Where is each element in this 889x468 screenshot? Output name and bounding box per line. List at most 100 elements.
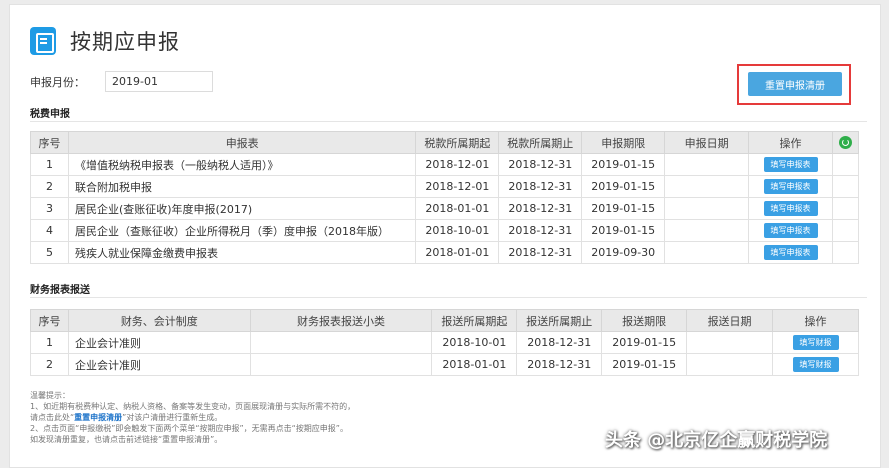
col-action: 操作 xyxy=(748,131,833,154)
fill-report-button[interactable]: 填写财报 xyxy=(792,335,839,350)
row-deadline: 2019-01-15 xyxy=(601,353,688,376)
col-deadline: 报送期限 xyxy=(601,309,688,332)
row-no: 4 xyxy=(30,219,69,242)
finance-table: 序号 财务、会计制度 财务报表报送小类 报送所属期起 报送所属期止 报送期限 报… xyxy=(30,309,859,376)
tips-notes: 温馨提示： 1、如近期有税费种认定、纳税人资格、备案等发生变动，页面展现清册与实… xyxy=(30,390,355,445)
row-date xyxy=(686,331,773,354)
tax-table: 序号 申报表 税款所属期起 税款所属期止 申报期限 申报日期 操作 1 《增值税… xyxy=(30,131,860,264)
row-date xyxy=(664,219,750,242)
tax-section-divider xyxy=(30,121,867,122)
row-start: 2018-01-01 xyxy=(431,353,518,376)
month-label: 申报月份： xyxy=(30,75,85,89)
table-row: 5 残疾人就业保障金缴费申报表 2018-01-01 2018-12-31 20… xyxy=(30,241,860,264)
col-date: 申报日期 xyxy=(664,131,750,154)
row-deadline: 2019-01-15 xyxy=(581,175,666,198)
row-end: 2018-12-31 xyxy=(498,175,583,198)
row-start: 2018-10-01 xyxy=(415,219,500,242)
col-action: 操作 xyxy=(772,309,859,332)
finance-section-title: 财务报表报送 xyxy=(30,285,90,296)
row-system: 企业会计准则 xyxy=(67,331,251,354)
row-no: 1 xyxy=(30,153,69,176)
table-row: 2 联合附加税申报 2018-12-01 2018-12-31 2019-01-… xyxy=(30,175,860,198)
row-end: 2018-12-31 xyxy=(498,153,583,176)
month-input[interactable]: 2019-01 xyxy=(105,71,213,92)
col-start: 报送所属期起 xyxy=(431,309,518,332)
fill-form-button[interactable]: 填写申报表 xyxy=(763,157,818,172)
row-deadline: 2019-01-15 xyxy=(581,197,666,220)
row-action: 填写申报表 xyxy=(748,153,833,176)
row-start: 2018-12-01 xyxy=(415,153,500,176)
row-deadline: 2019-01-15 xyxy=(581,219,666,242)
fill-form-button[interactable]: 填写申报表 xyxy=(763,201,818,216)
row-form: 《增值税纳税申报表（一般纳税人适用）》 xyxy=(67,153,417,176)
fill-form-button[interactable]: 填写申报表 xyxy=(763,179,818,194)
row-no: 2 xyxy=(30,353,69,376)
tips-line-1: 1、如近期有税费种认定、纳税人资格、备案等发生变动，页面展现清册与实际所需不符的… xyxy=(30,402,356,411)
table-row: 4 居民企业（查账征收）企业所得税月（季）度申报（2018年版） 2018-10… xyxy=(30,219,860,242)
row-deadline: 2019-01-15 xyxy=(581,153,666,176)
col-refresh xyxy=(831,131,860,154)
finance-table-header: 序号 财务、会计制度 财务报表报送小类 报送所属期起 报送所属期止 报送期限 报… xyxy=(30,309,859,332)
row-blank xyxy=(831,241,860,264)
row-date xyxy=(664,197,750,220)
col-no: 序号 xyxy=(30,309,69,332)
row-start: 2018-10-01 xyxy=(431,331,518,354)
col-deadline: 申报期限 xyxy=(581,131,666,154)
fill-form-button[interactable]: 填写申报表 xyxy=(763,223,818,238)
row-subtype xyxy=(249,353,433,376)
declaration-icon xyxy=(30,27,56,55)
row-action: 填写申报表 xyxy=(748,175,833,198)
reset-list-button[interactable]: 重置申报清册 xyxy=(748,72,842,96)
col-no: 序号 xyxy=(30,131,69,154)
row-action: 填写申报表 xyxy=(748,241,833,264)
tips-line-2: 请点击此处“重置申报清册”对该户清册进行重新生成。 xyxy=(30,412,355,423)
row-date xyxy=(664,175,750,198)
row-blank xyxy=(831,175,860,198)
col-end: 报送所属期止 xyxy=(516,309,603,332)
row-end: 2018-12-31 xyxy=(498,241,583,264)
row-action: 填写申报表 xyxy=(748,197,833,220)
col-subtype: 财务报表报送小类 xyxy=(249,309,433,332)
row-action: 填写财报 xyxy=(772,331,859,354)
reset-highlight-frame: 重置申报清册 xyxy=(737,64,851,105)
tax-table-header: 序号 申报表 税款所属期起 税款所属期止 申报期限 申报日期 操作 xyxy=(30,131,860,154)
table-row: 3 居民企业(查账征收)年度申报(2017) 2018-01-01 2018-1… xyxy=(30,197,860,220)
fill-form-button[interactable]: 填写申报表 xyxy=(763,245,818,260)
row-no: 2 xyxy=(30,175,69,198)
page-header: 按期应申报 xyxy=(30,26,180,56)
month-row: 申报月份： 2019-01 xyxy=(30,71,213,92)
table-row: 1 企业会计准则 2018-10-01 2018-12-31 2019-01-1… xyxy=(30,331,859,354)
col-end: 税款所属期止 xyxy=(498,131,583,154)
row-deadline: 2019-01-15 xyxy=(601,331,688,354)
row-start: 2018-01-01 xyxy=(415,241,500,264)
watermark: 头条 @北京亿企赢财税学院 xyxy=(605,430,828,451)
reset-list-link[interactable]: 重置申报清册 xyxy=(74,413,122,422)
tips-title: 温馨提示： xyxy=(30,391,70,400)
row-start: 2018-12-01 xyxy=(415,175,500,198)
tips-text: ”对该户清册进行重新生成。 xyxy=(122,413,223,422)
row-date xyxy=(664,241,750,264)
table-row: 2 企业会计准则 2018-01-01 2018-12-31 2019-01-1… xyxy=(30,353,859,376)
row-end: 2018-12-31 xyxy=(516,331,603,354)
tips-line-3: 2、点击页面“申报缴税”即会触发下面两个菜单“按期应申报”，无需再点击“按期应申… xyxy=(30,424,348,433)
col-system: 财务、会计制度 xyxy=(67,309,251,332)
row-form: 联合附加税申报 xyxy=(67,175,417,198)
finance-section-divider xyxy=(30,297,867,298)
refresh-icon[interactable] xyxy=(838,136,852,150)
row-form: 居民企业(查账征收)年度申报(2017) xyxy=(67,197,417,220)
row-blank xyxy=(831,153,860,176)
row-end: 2018-12-31 xyxy=(498,219,583,242)
page-title: 按期应申报 xyxy=(70,30,180,54)
row-blank xyxy=(831,197,860,220)
col-start: 税款所属期起 xyxy=(415,131,500,154)
col-date: 报送日期 xyxy=(686,309,773,332)
row-start: 2018-01-01 xyxy=(415,197,500,220)
row-action: 填写财报 xyxy=(772,353,859,376)
fill-report-button[interactable]: 填写财报 xyxy=(792,357,839,372)
row-form: 居民企业（查账征收）企业所得税月（季）度申报（2018年版） xyxy=(67,219,417,242)
row-blank xyxy=(831,219,860,242)
row-date xyxy=(686,353,773,376)
tips-line-4: 如发现清册重复，也请点击前述链接“重置申报清册”。 xyxy=(30,435,223,444)
col-form: 申报表 xyxy=(67,131,417,154)
row-no: 1 xyxy=(30,331,69,354)
